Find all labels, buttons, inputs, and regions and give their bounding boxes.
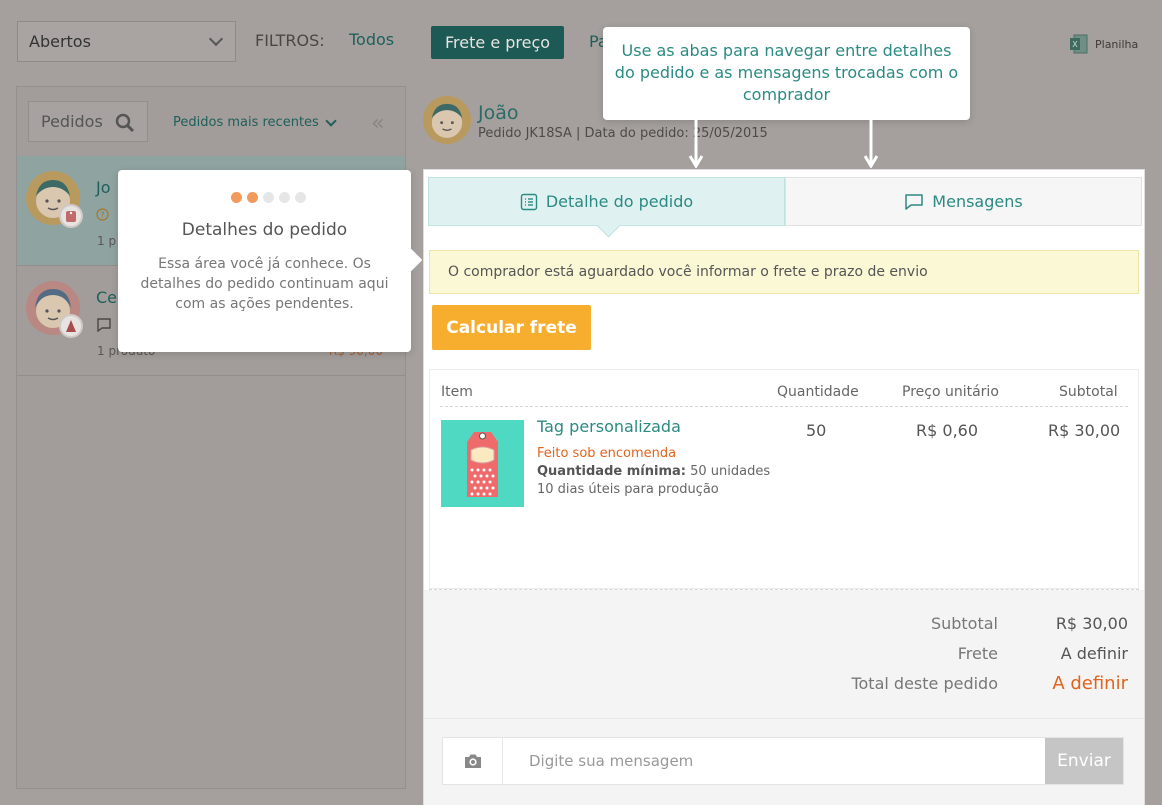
shipping-notice: O comprador está aguardado você informar…: [429, 250, 1139, 294]
chat-icon: [96, 318, 112, 335]
camera-icon: [464, 754, 481, 768]
filter-shipping-price[interactable]: Frete e preço: [431, 26, 565, 59]
row-subtotal: R$ 30,00: [1048, 421, 1121, 440]
arrow-down-icon: [864, 120, 878, 168]
progress-dot[interactable]: [295, 192, 306, 203]
status-select[interactable]: Abertos: [17, 21, 236, 62]
sort-select[interactable]: Pedidos mais recentes: [173, 114, 337, 130]
shipping-label: Frete: [957, 644, 998, 663]
subtotal-label: Subtotal: [930, 614, 998, 633]
order-tabs: Detalhe do pedido Mensagens: [428, 177, 1142, 226]
orders-search-label: Pedidos: [41, 112, 103, 131]
progress-dot[interactable]: [279, 192, 290, 203]
order-buyer-name: Jo: [96, 178, 111, 197]
buyer-name: João: [478, 102, 519, 124]
header-quantity: Quantidade: [777, 384, 859, 400]
orders-search[interactable]: Pedidos: [28, 101, 148, 142]
message-box: Enviar: [442, 737, 1124, 785]
tour-tooltip-title: Detalhes do pedido: [181, 220, 348, 240]
search-icon[interactable]: [115, 113, 135, 133]
product-badge-icon: [59, 204, 83, 228]
chevron-down-icon: [208, 31, 224, 47]
sort-label: Pedidos mais recentes: [173, 115, 319, 130]
production-time: 10 dias úteis para produção: [537, 482, 719, 497]
header-subtotal: Subtotal: [1059, 384, 1118, 400]
progress-dot[interactable]: [247, 192, 258, 203]
collapse-panel-button[interactable]: ‹‹: [371, 111, 384, 136]
tab-order-details-label: Detalhe do pedido: [545, 192, 694, 211]
avatar: [25, 170, 83, 228]
top-bar: Abertos FILTROS: Todos Frete e preço Pa …: [0, 0, 1162, 86]
header-unit-price: Preço unitário: [902, 384, 999, 400]
minimum-quantity-value: 50 unidades: [690, 464, 771, 479]
excel-icon: X: [1070, 34, 1088, 54]
calculate-shipping-button[interactable]: Calcular frete: [432, 305, 591, 350]
filter-all[interactable]: Todos: [349, 30, 394, 49]
tab-order-details[interactable]: Detalhe do pedido: [428, 177, 785, 226]
divider: [440, 406, 1128, 407]
total-value: A definir: [1052, 673, 1128, 694]
tour-tooltip: Detalhes do pedido Essa área você já con…: [118, 170, 411, 352]
product-name-link[interactable]: Tag personalizada: [537, 417, 681, 436]
send-button[interactable]: Enviar: [1045, 738, 1123, 784]
order-totals: Subtotal R$ 30,00 Frete A definir Total …: [424, 590, 1144, 718]
tour-progress-dots: [231, 192, 306, 203]
tab-messages-label: Mensagens: [932, 192, 1023, 211]
minimum-quantity: Quantidade mínima: 50 unidades: [537, 464, 770, 479]
avatar: [25, 280, 83, 338]
made-to-order-label: Feito sob encomenda: [537, 446, 677, 461]
order-items-count: 1 p: [97, 234, 117, 248]
subtotal-value: R$ 30,00: [1055, 614, 1128, 633]
shipping-value: A definir: [1060, 644, 1128, 663]
question-icon: ?: [96, 208, 109, 224]
message-composer: Enviar: [424, 718, 1144, 805]
product-badge-icon: [59, 314, 83, 338]
message-input[interactable]: [505, 738, 1043, 784]
svg-text:X: X: [1072, 40, 1078, 49]
order-meta: Pedido JK18SA | Data do pedido: 25/05/20…: [478, 126, 768, 141]
order-buyer-name: Ce: [96, 288, 118, 307]
header-item: Item: [441, 384, 473, 400]
filters-label: FILTROS:: [255, 31, 325, 50]
progress-dot[interactable]: [231, 192, 242, 203]
tabs-hint-text: Use as abas para navegar entre detalhes …: [614, 41, 959, 104]
status-select-value: Abertos: [29, 32, 91, 51]
arrow-down-icon: [689, 120, 703, 168]
product-image[interactable]: [441, 420, 524, 507]
svg-text:?: ?: [100, 211, 104, 220]
total-label: Total deste pedido: [851, 674, 998, 693]
row-quantity: 50: [806, 421, 827, 440]
tour-tooltip-body: Essa área você já conhece. Os detalhes d…: [140, 256, 389, 312]
avatar: [422, 95, 472, 145]
spreadsheet-label: Planilha: [1095, 37, 1139, 51]
spreadsheet-link[interactable]: X Planilha: [1069, 34, 1138, 54]
tabs-hint-tooltip: Use as abas para navegar entre detalhes …: [603, 27, 970, 120]
row-unit-price: R$ 0,60: [916, 421, 979, 440]
attach-photo-button[interactable]: [443, 738, 503, 784]
progress-dot[interactable]: [263, 192, 274, 203]
chat-icon: [905, 193, 924, 210]
order-detail-card: Detalhe do pedido Mensagens O comprador …: [424, 170, 1144, 805]
chevron-down-icon: [325, 114, 337, 127]
tab-messages[interactable]: Mensagens: [785, 177, 1142, 226]
list-icon: [520, 193, 538, 210]
minimum-quantity-label: Quantidade mínima:: [537, 464, 686, 479]
items-table: Item Quantidade Preço unitário Subtotal: [429, 369, 1139, 589]
table-header: Item Quantidade Preço unitário Subtotal: [430, 370, 1138, 407]
